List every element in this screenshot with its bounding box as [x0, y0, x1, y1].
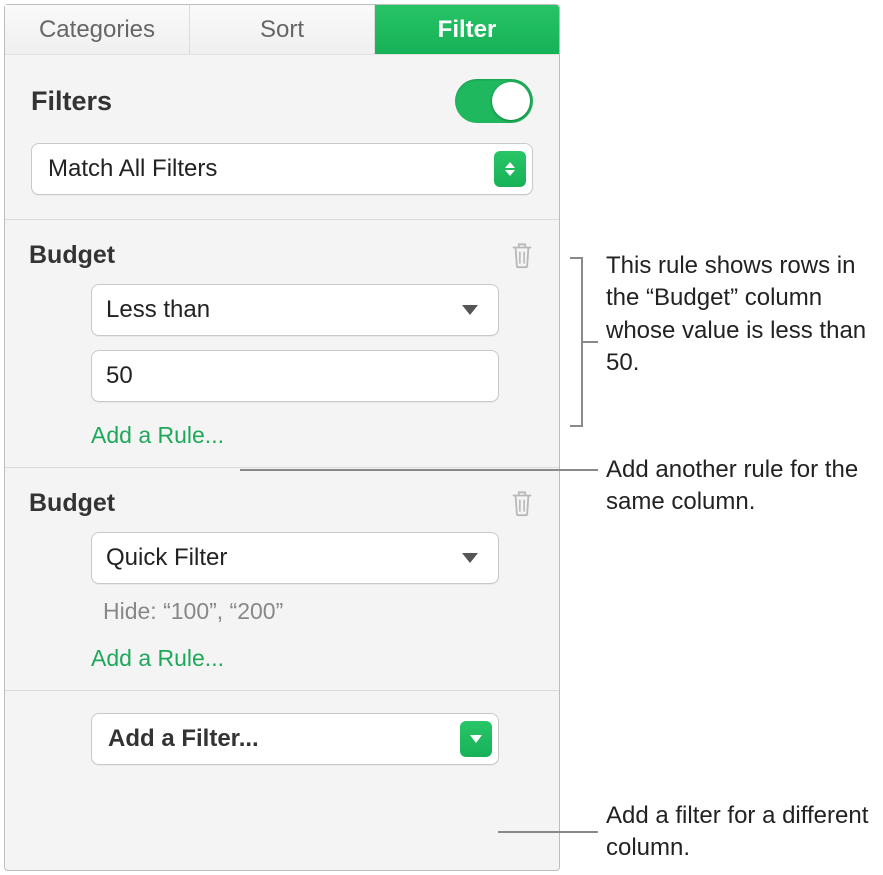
callout-rule-description: This rule shows rows in the “Budget” col… [606, 250, 876, 380]
callout-same-column: Add another rule for the same column. [606, 454, 876, 519]
callout-different-column: Add a filter for a different column. [606, 800, 876, 865]
